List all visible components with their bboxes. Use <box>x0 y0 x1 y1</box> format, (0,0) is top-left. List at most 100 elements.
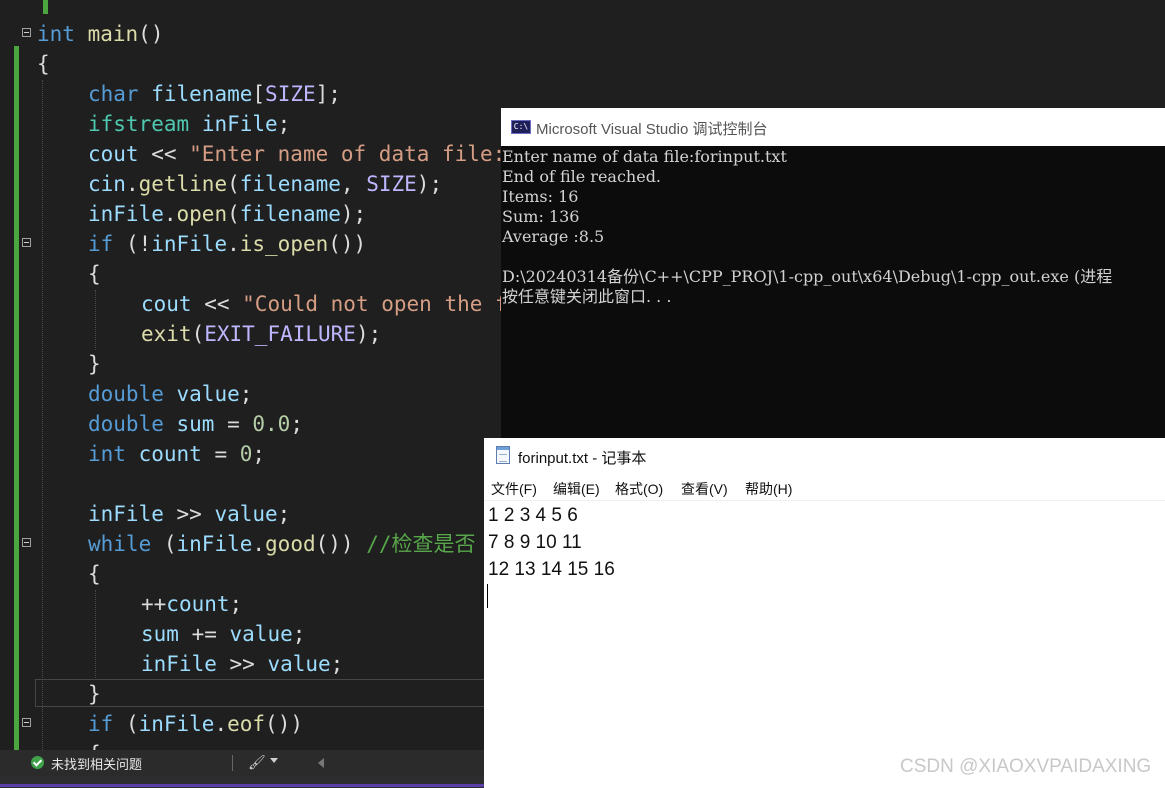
check-circle-icon <box>31 756 44 769</box>
code-token: inFile <box>201 112 278 136</box>
fold-toggle-icon[interactable] <box>22 718 31 727</box>
code-token: ; <box>290 412 303 436</box>
code-token: ; <box>277 112 291 136</box>
notepad-titlebar[interactable]: forinput.txt - 记事本 <box>484 438 1165 474</box>
code-token: 0 <box>239 442 253 466</box>
code-token: int <box>37 22 75 46</box>
code-token: good <box>265 532 316 556</box>
code-line: { <box>0 49 1165 79</box>
code-token: if <box>88 232 114 256</box>
code-token: exit <box>141 322 192 346</box>
chevron-down-icon[interactable] <box>270 758 278 763</box>
code-token: . <box>214 712 228 736</box>
code-token: SIZE <box>366 172 417 196</box>
code-token: 0.0 <box>252 412 291 436</box>
code-token: value <box>214 502 278 526</box>
code-line: char filename[SIZE]; <box>0 79 1165 109</box>
code-token: ( <box>113 712 139 736</box>
code-token: eof <box>227 712 266 736</box>
code-token: . <box>125 172 139 196</box>
code-token: ( <box>151 532 177 556</box>
code-token: inFile <box>151 232 228 256</box>
code-token: () <box>138 22 164 46</box>
console-line: End of file reached. <box>502 167 662 186</box>
code-text: exit(EXIT_FAILURE); <box>141 319 381 349</box>
code-token: ; <box>277 502 291 526</box>
code-token: sum <box>176 412 215 436</box>
code-token: = <box>201 442 240 466</box>
code-text: { <box>37 49 50 79</box>
code-text: double sum = 0.0; <box>88 409 303 439</box>
brush-icon[interactable]: 🖌 <box>248 754 266 771</box>
text-line: 1 2 3 4 5 6 <box>488 505 578 526</box>
code-token: inFile <box>88 202 164 226</box>
code-token: inFile <box>141 652 217 676</box>
fold-toggle-icon[interactable] <box>22 28 31 37</box>
console-line: Items: 16 <box>502 187 579 206</box>
menu-view[interactable]: 查看(V) <box>681 479 728 499</box>
code-token: ( <box>191 322 205 346</box>
code-token: { <box>88 562 101 586</box>
code-token: ()) <box>265 712 303 736</box>
menu-file[interactable]: 文件(F) <box>491 479 537 499</box>
code-text: while (inFile.good()) //检查是否 <box>88 529 475 559</box>
code-token: ); <box>355 322 382 346</box>
code-token: cin <box>88 172 126 196</box>
code-text: ifstream inFile; <box>88 109 290 139</box>
menu-edit[interactable]: 编辑(E) <box>553 479 600 499</box>
code-token: += <box>178 622 230 646</box>
code-token: [ <box>252 82 266 106</box>
menu-format[interactable]: 格式(O) <box>615 479 663 499</box>
code-token: filename <box>239 172 341 196</box>
code-token: double <box>88 412 164 436</box>
code-token: cout <box>141 292 192 316</box>
code-text: cout << "Enter name of data file: "; <box>88 139 543 169</box>
code-text: { <box>88 259 101 289</box>
change-indicator <box>43 0 48 14</box>
code-token: ()) <box>315 532 367 556</box>
scroll-left-icon[interactable] <box>318 758 324 768</box>
code-token: //检查是否 <box>366 532 476 556</box>
menu-help[interactable]: 帮助(H) <box>745 479 792 499</box>
code-token: . <box>227 232 240 256</box>
code-text: { <box>88 559 101 589</box>
notepad-text-area[interactable]: 1 2 3 4 5 6 7 8 9 10 11 12 13 14 15 16 <box>484 500 1165 788</box>
code-token: cout <box>88 142 139 166</box>
code-text: inFile.open(filename); <box>88 199 366 229</box>
code-text: sum += value; <box>141 619 305 649</box>
code-token: EXIT_FAILURE <box>204 322 356 346</box>
console-output[interactable]: Enter name of data file:forinput.txt End… <box>501 146 1165 438</box>
code-text: int count = 0; <box>88 439 265 469</box>
code-text: if (!inFile.is_open()) <box>88 229 366 259</box>
code-token: ); <box>340 202 367 226</box>
code-token: inFile <box>138 712 215 736</box>
code-token: ]; <box>315 82 341 106</box>
code-token: . <box>252 532 266 556</box>
fold-toggle-icon[interactable] <box>22 238 31 247</box>
console-line: D:\20240314备份\C++\CPP_PROJ\1-cpp_out\x64… <box>502 267 1113 286</box>
code-token: ( <box>227 172 240 196</box>
code-token: >> <box>216 652 268 676</box>
notepad-window[interactable]: forinput.txt - 记事本 文件(F) 编辑(E) 格式(O) 查看(… <box>484 438 1165 788</box>
code-token: count <box>166 592 230 616</box>
code-token: , <box>340 172 367 196</box>
debug-console-window[interactable]: C:\ Microsoft Visual Studio 调试控制台 Enter … <box>501 108 1165 438</box>
code-text: char filename[SIZE]; <box>88 79 341 109</box>
issues-status[interactable]: 未找到相关问题 <box>51 754 142 773</box>
code-text: int main() <box>37 19 163 49</box>
code-token: << <box>191 292 243 316</box>
code-token: value <box>176 382 240 406</box>
console-titlebar[interactable]: C:\ Microsoft Visual Studio 调试控制台 <box>501 108 1165 146</box>
code-token: ()) <box>328 232 367 256</box>
fold-toggle-icon[interactable] <box>22 538 31 547</box>
code-token: open <box>176 202 228 226</box>
code-token: { <box>88 262 101 286</box>
code-token: ifstream <box>88 112 190 136</box>
editor-status-bar: 未找到相关问题 🖌 <box>0 750 484 776</box>
code-token: char <box>88 82 139 106</box>
code-token: ; <box>239 382 253 406</box>
